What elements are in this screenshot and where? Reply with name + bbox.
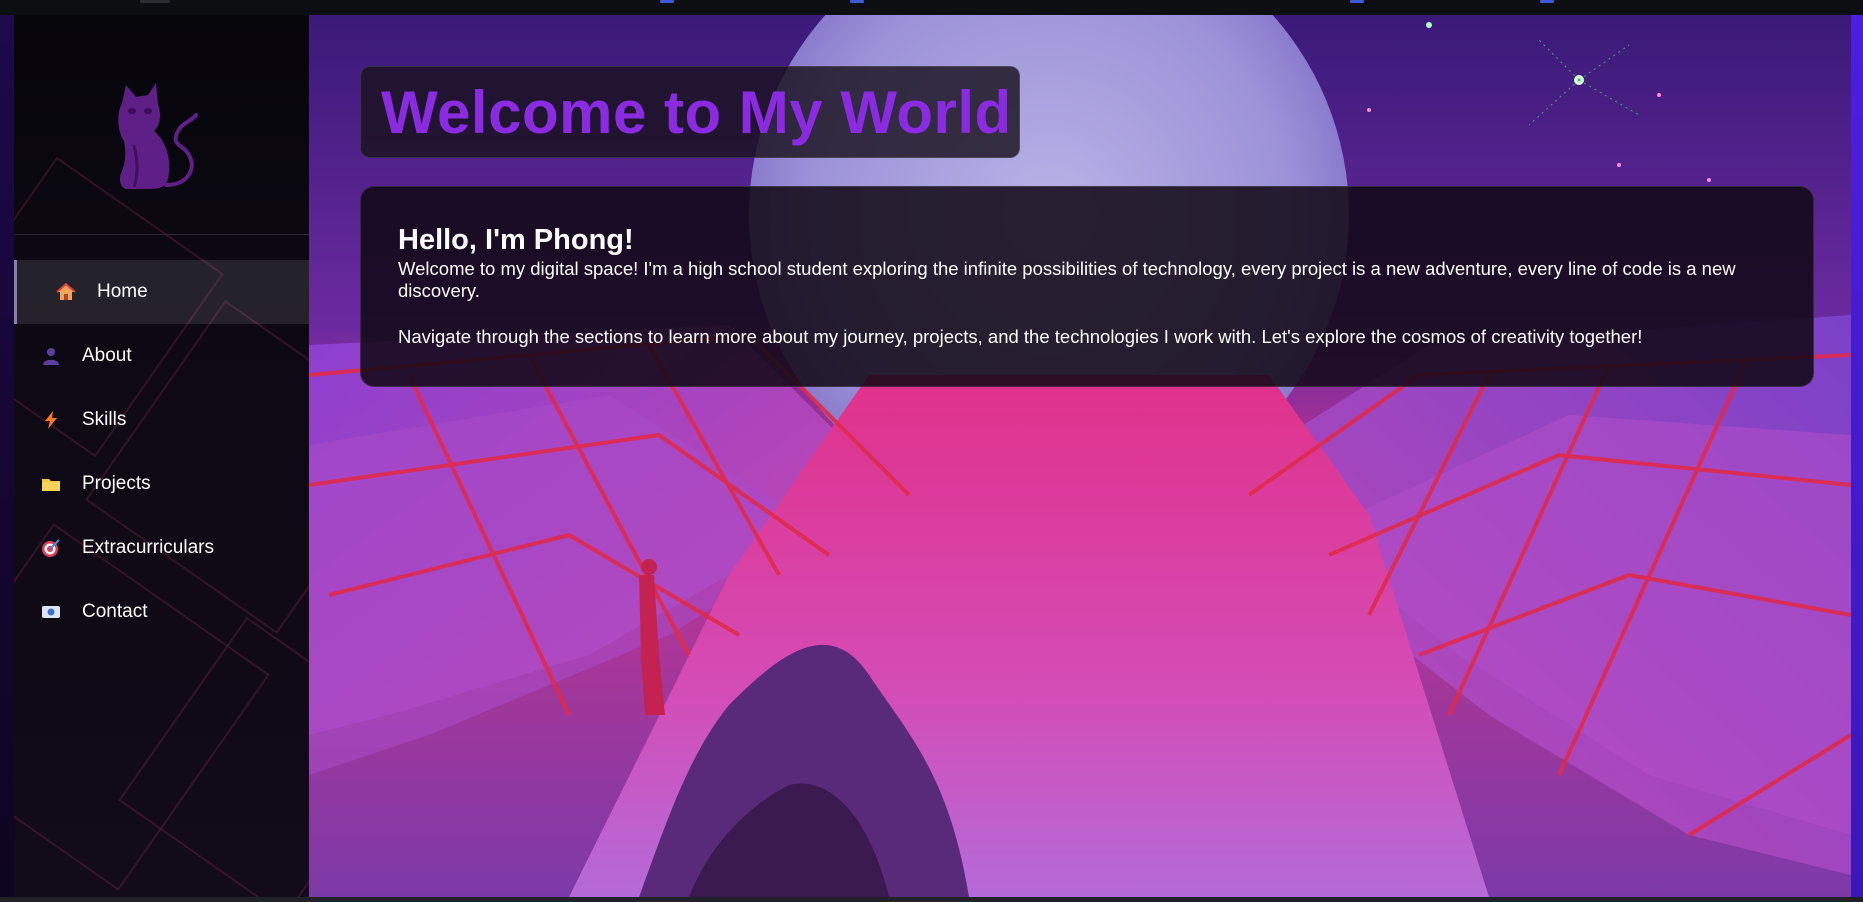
right-edge-strip: [1851, 15, 1863, 897]
sidebar: Home About Skills Projects Extracurricul…: [14, 15, 310, 897]
intro-paragraph: Welcome to my digital space! I'm a high …: [398, 258, 1736, 301]
sidebar-item-label: Contact: [82, 601, 148, 622]
sidebar-item-skills[interactable]: Skills: [14, 388, 309, 452]
intro-paragraph: Navigate through the sections to learn m…: [398, 326, 1643, 347]
folder-icon: [40, 473, 62, 495]
house-icon: [55, 281, 77, 303]
sidebar-nav: Home About Skills Projects Extracurricul…: [14, 260, 309, 644]
sidebar-item-label: Home: [97, 281, 148, 302]
sidebar-item-label: Skills: [82, 409, 127, 430]
page-title: Welcome to My World: [381, 78, 1012, 146]
target-icon: [40, 537, 62, 559]
sidebar-item-contact[interactable]: Contact: [14, 580, 309, 644]
left-edge-strip: [0, 15, 14, 897]
id-card-icon: [40, 601, 62, 623]
sidebar-item-extracurriculars[interactable]: Extracurriculars: [14, 516, 309, 580]
title-box: Welcome to My World: [360, 66, 1020, 158]
sidebar-item-projects[interactable]: Projects: [14, 452, 309, 516]
browser-top-strip: [0, 0, 1863, 15]
main-content: Welcome to My World Hello, I'm Phong! We…: [309, 15, 1851, 897]
intro-card: Hello, I'm Phong! Welcome to my digital …: [360, 186, 1814, 387]
sidebar-item-label: Extracurriculars: [82, 537, 214, 558]
bottom-strip: [0, 897, 1863, 902]
sidebar-item-label: About: [82, 345, 132, 366]
cat-icon[interactable]: [104, 75, 204, 195]
intro-heading: Hello, I'm Phong!: [398, 224, 634, 256]
person-icon: [40, 345, 62, 367]
sidebar-divider: [14, 234, 309, 235]
lightning-icon: [40, 409, 62, 431]
sidebar-item-label: Projects: [82, 473, 151, 494]
sidebar-item-about[interactable]: About: [14, 324, 309, 388]
sidebar-item-home[interactable]: Home: [14, 260, 309, 324]
